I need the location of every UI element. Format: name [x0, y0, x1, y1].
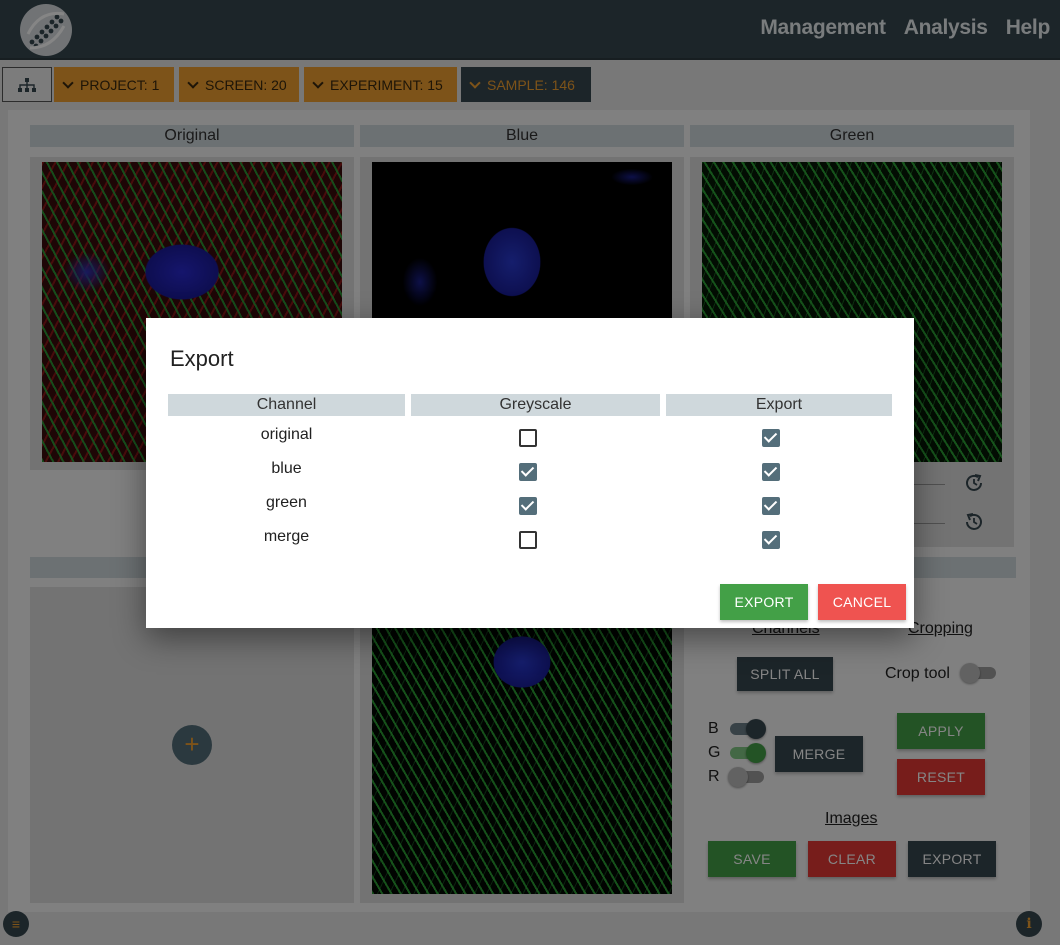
dialog-export-button[interactable]: EXPORT: [720, 584, 808, 620]
export-checkbox-original[interactable]: [762, 429, 780, 447]
greyscale-checkbox-blue[interactable]: [519, 463, 537, 481]
dialog-title: Export: [170, 346, 234, 371]
export-checkbox-green[interactable]: [762, 497, 780, 515]
column-header-channel: Channel: [168, 394, 405, 416]
column-header-greyscale: Greyscale: [411, 394, 660, 416]
channel-name-merge: merge: [263, 528, 310, 545]
export-checkbox-merge[interactable]: [762, 531, 780, 549]
export-checkbox-blue[interactable]: [762, 463, 780, 481]
greyscale-checkbox-green[interactable]: [519, 497, 537, 515]
dialog-cancel-button[interactable]: CANCEL: [818, 584, 906, 620]
channel-name-green: green: [266, 494, 307, 511]
channel-name-blue: blue: [271, 460, 302, 477]
greyscale-checkbox-original[interactable]: [519, 429, 537, 447]
export-dialog: Export Channel Greyscale Export original…: [146, 318, 914, 628]
channel-name-original: original: [260, 426, 313, 443]
greyscale-checkbox-merge[interactable]: [519, 531, 537, 549]
column-header-export: Export: [666, 394, 892, 416]
